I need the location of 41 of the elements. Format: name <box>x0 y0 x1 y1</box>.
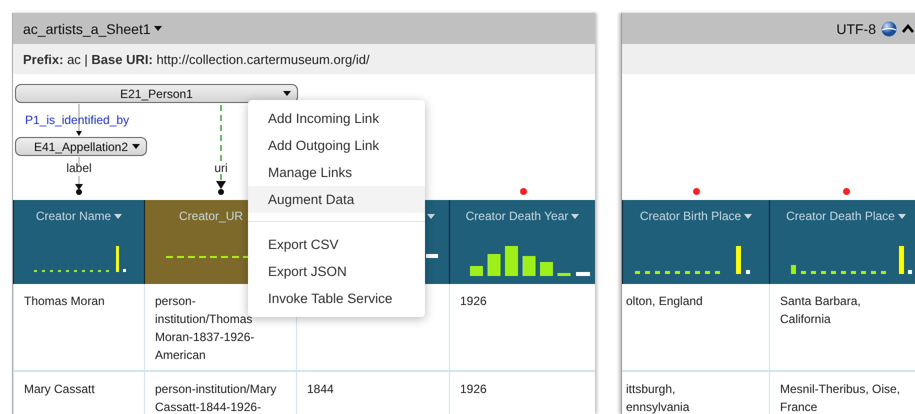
encoding-label[interactable]: UTF-8 <box>836 20 876 36</box>
table-cell: Thomas Moran <box>24 294 105 308</box>
table-cell: Mary Cassatt <box>24 382 95 396</box>
column-header[interactable]: Creator Death Place <box>786 209 895 223</box>
table-cell: person-institution/Mary Cassatt-1844-1926- <box>155 382 276 414</box>
menu-item[interactable]: Export JSON <box>248 258 425 285</box>
table-cell: 1926 <box>460 294 487 308</box>
table-cell: Santa Barbara, California <box>780 294 861 326</box>
link-label: uri <box>214 161 228 175</box>
chevron-up-icon[interactable] <box>902 24 914 33</box>
table-cell: 1844 <box>307 382 334 396</box>
menu-item[interactable]: Export CSV <box>248 231 425 258</box>
table-cell: ittsburgh, ennsylvania <box>626 382 690 414</box>
node-label: E21_Person1 <box>120 86 193 100</box>
menu-item[interactable]: Manage Links <box>248 159 425 186</box>
menu-item[interactable]: Add Outgoing Link <box>248 132 425 159</box>
caret-icon <box>132 144 140 149</box>
property-link[interactable]: P1_is_identified_by <box>25 113 130 127</box>
caret-icon <box>744 214 752 218</box>
class-node[interactable]: E21_Person1 <box>15 84 298 103</box>
caret-icon <box>283 91 291 96</box>
column-header[interactable]: Creator Name <box>36 209 112 223</box>
worksheet-title[interactable]: ac_artists_a_Sheet1 <box>23 20 151 36</box>
link-label: label <box>66 161 92 175</box>
table-cell: olton, England <box>626 294 703 308</box>
node-label: E41_Appellation2 <box>34 140 128 154</box>
prefix-info: Prefix: ac | Base URI: http://collection.cartermuseum.org/id/ <box>23 52 370 66</box>
column-header[interactable]: Creator Birth Place <box>640 209 742 223</box>
table-cell: 1926 <box>460 382 487 396</box>
caret-icon <box>898 214 906 218</box>
menu-item[interactable]: Add Incoming Link <box>248 105 425 132</box>
menu-item[interactable]: Augment Data <box>248 186 425 213</box>
caret-icon <box>427 214 435 218</box>
caret-icon <box>114 214 122 218</box>
class-node[interactable]: E41_Appellation2 <box>15 137 147 156</box>
globe-icon <box>881 20 897 36</box>
caret-icon <box>154 26 162 31</box>
caret-icon <box>571 214 580 218</box>
table-cell: Mesnil-Theribus, Oise, France <box>780 382 900 414</box>
column-header[interactable]: Creator Death Year <box>466 209 568 223</box>
column-header[interactable]: Creator_UR <box>179 209 244 223</box>
